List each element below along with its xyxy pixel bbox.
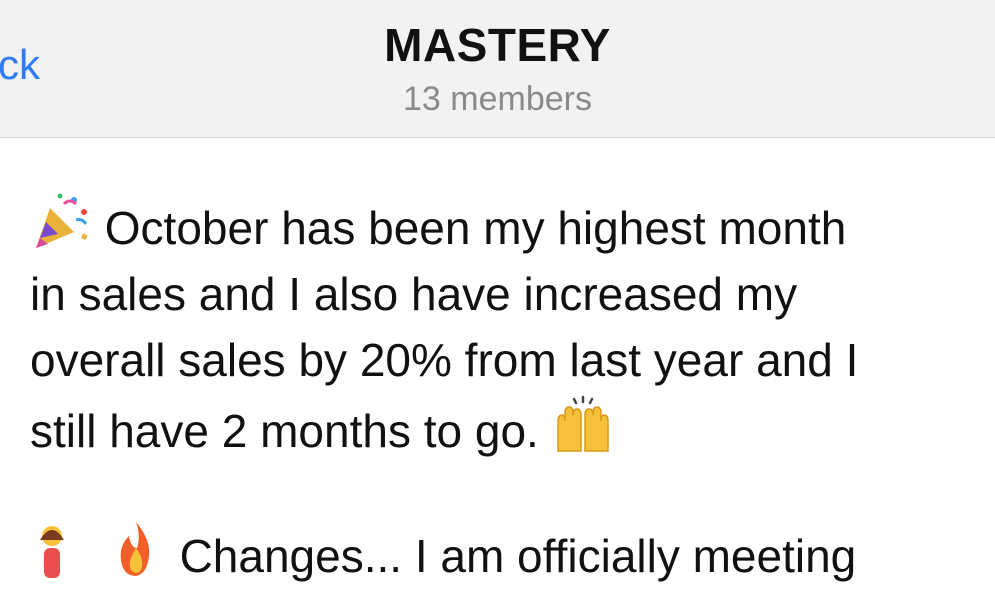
fire-icon bbox=[105, 518, 167, 580]
message-line: overall sales by 20% from last year and … bbox=[30, 334, 859, 386]
message-text: Changes... I am officially meeting bbox=[30, 518, 980, 589]
message-line: October has been my highest month bbox=[104, 202, 847, 254]
message-line: in sales and I also have increased my bbox=[30, 268, 798, 320]
raising-hands-icon bbox=[552, 393, 614, 455]
chat-header: ck MASTERY 13 members bbox=[0, 0, 995, 138]
message-text: October has been my highest month in sal… bbox=[30, 190, 970, 464]
person-icon bbox=[30, 518, 92, 580]
party-popper-icon bbox=[30, 190, 92, 252]
member-count: 13 members bbox=[403, 80, 592, 118]
group-title[interactable]: MASTERY bbox=[0, 22, 995, 68]
message-line: still have 2 months to go. bbox=[30, 405, 539, 457]
message-line: Changes... I am officially meeting bbox=[179, 530, 857, 582]
